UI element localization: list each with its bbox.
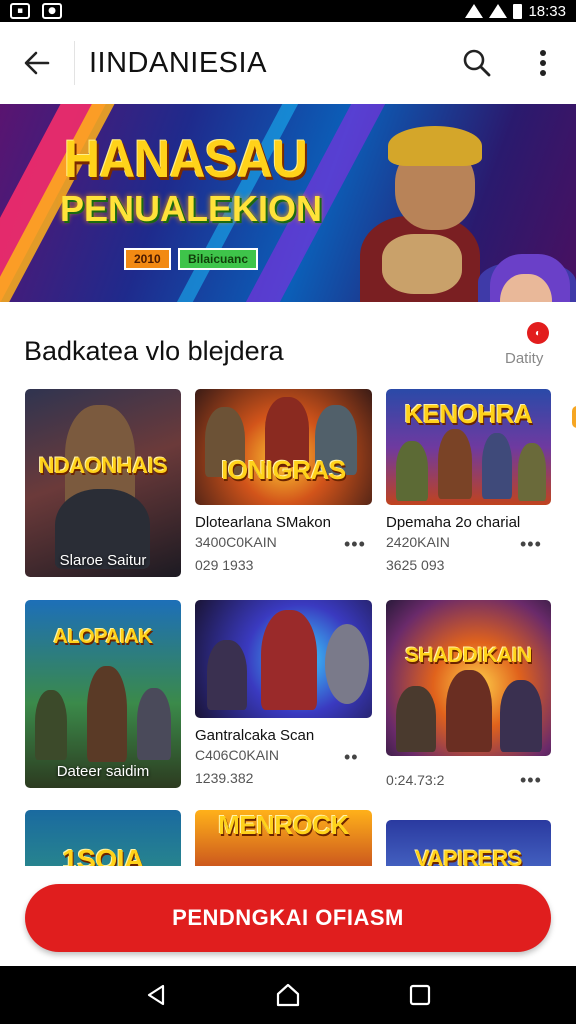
status-time: 18:33 (528, 2, 566, 20)
back-triangle-icon (147, 984, 165, 1006)
game-thumbnail[interactable]: NDAONHAIS Slaroe Saitur (25, 389, 181, 577)
section-title: Badkatea vlo blejdera (24, 336, 284, 366)
character (35, 690, 67, 760)
character (87, 666, 127, 762)
signal-icon (489, 4, 508, 18)
game-logo: NDAONHAIS (38, 453, 168, 478)
character (438, 429, 472, 499)
character (482, 433, 512, 499)
more-options-button[interactable]: ••• (520, 770, 542, 791)
image-icon: ▪ (10, 3, 30, 19)
game-logo: SHADDIKAIN (405, 644, 532, 667)
nav-home-button[interactable] (268, 975, 308, 1015)
primary-cta-button[interactable]: PENDNGKAI OFIASM (25, 884, 551, 952)
promo-banner[interactable]: HANASAU PENUALEKION 2010 Bilaicuanc (0, 104, 576, 302)
system-nav-bar (0, 966, 576, 1024)
game-logo: ALOPAIAK (53, 626, 153, 648)
character (396, 686, 436, 752)
character (500, 680, 542, 752)
game-caption: Dateer saidim (56, 763, 150, 780)
app-bar: IINDANIESIA (0, 22, 576, 104)
notification-icon: ● (42, 3, 62, 19)
more-options-button[interactable]: ••• (520, 534, 542, 555)
game-meta: C406C0KAIN (195, 747, 280, 763)
banner-chip: Bilaicuanc (178, 248, 259, 270)
search-button[interactable] (444, 22, 510, 104)
game-thumbnail[interactable]: IONIGRAS (195, 389, 372, 505)
overflow-menu-button[interactable] (510, 22, 576, 104)
game-title: Dlotearlana SMakon (195, 514, 331, 531)
game-logo: KENOHRA (404, 399, 533, 429)
banner-title: HANASAU (64, 129, 308, 189)
status-bar: ▪ ● 18:33 (0, 0, 576, 22)
more-vert-icon (540, 50, 546, 76)
section-link[interactable]: Datity (505, 350, 543, 367)
game-meta: 029 1933 (195, 557, 254, 573)
game-thumbnail[interactable]: SHADDIKAIN (386, 600, 551, 756)
game-thumbnail[interactable] (195, 600, 372, 718)
recents-square-icon (409, 984, 431, 1006)
hero-figure (382, 234, 462, 294)
arrow-left-icon (24, 51, 50, 75)
game-meta: 3625 093 (386, 557, 445, 573)
character (137, 688, 171, 760)
game-thumbnail[interactable]: KENOHRA (386, 389, 551, 505)
home-icon (276, 983, 300, 1007)
appbar-divider (74, 41, 75, 85)
banner-chip: 2010 (124, 248, 171, 270)
more-options-button[interactable]: ••• (344, 534, 366, 555)
hero-helmet (388, 126, 482, 166)
character (207, 640, 247, 710)
page-title: IINDANIESIA (89, 46, 267, 79)
character (396, 441, 428, 501)
character (518, 443, 546, 501)
game-meta: 3400C0KAIN (195, 534, 277, 550)
bottom-action-area: PENDNGKAI OFIASM (0, 866, 576, 966)
scroll-peek (572, 406, 576, 428)
nav-recents-button[interactable] (400, 975, 440, 1015)
game-caption: Slaroe Saitur (59, 552, 147, 569)
shield (325, 624, 369, 704)
wifi-icon (465, 4, 484, 18)
game-meta: 1239.382 (195, 770, 254, 786)
character (261, 610, 317, 710)
character (446, 670, 492, 752)
battery-icon (513, 3, 523, 19)
game-meta: 2420KAIN (386, 534, 450, 550)
notification-badge: ◐ (527, 322, 549, 344)
more-options-button[interactable]: •• (344, 747, 359, 768)
game-logo: IONIGRAS (221, 455, 346, 485)
game-title: Gantralcaka Scan (195, 727, 315, 744)
game-thumbnail[interactable]: ALOPAIAK Dateer saidim (25, 600, 181, 788)
game-meta: 0:24.73:2 (386, 772, 445, 788)
search-icon (463, 49, 491, 77)
game-logo: MENROCK (218, 810, 349, 840)
nav-back-button[interactable] (136, 975, 176, 1015)
banner-subtitle: PENUALEKION (60, 188, 323, 229)
game-title: Dpemaha 2o charial (386, 514, 521, 531)
back-button[interactable] (0, 22, 74, 104)
